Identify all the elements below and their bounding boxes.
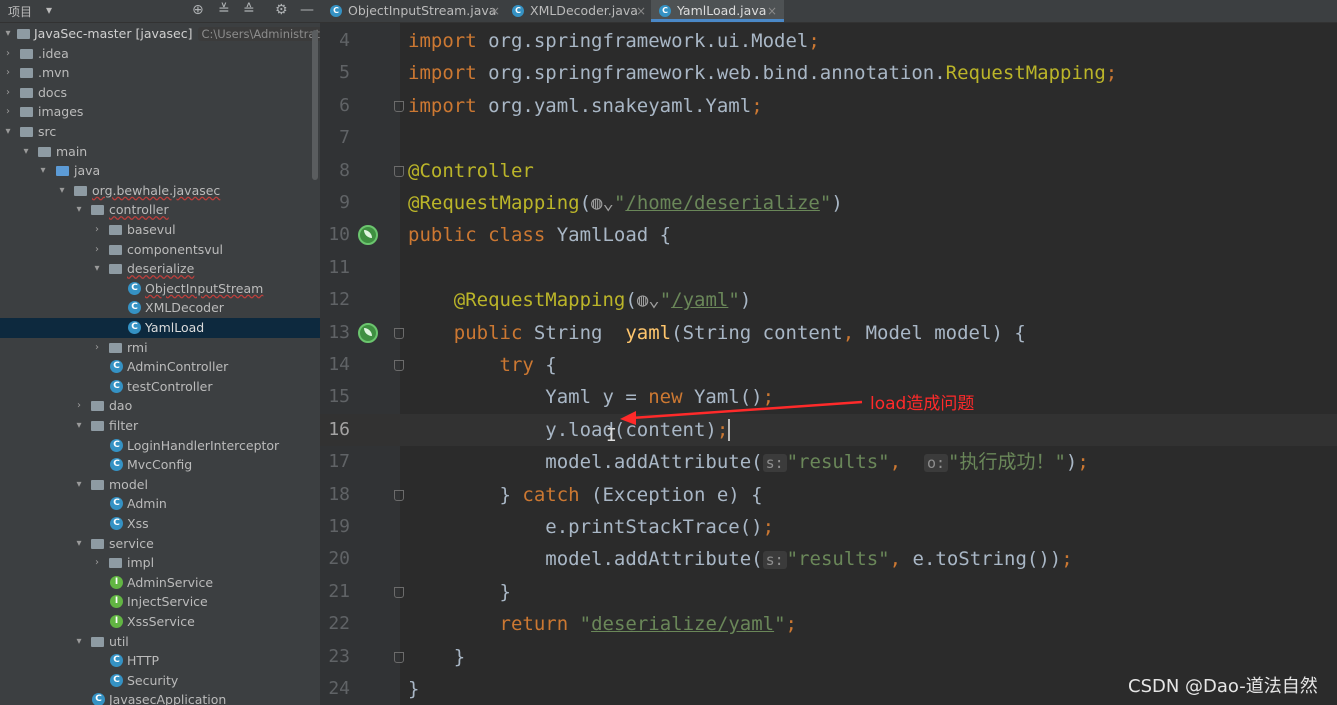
watermark: CSDN @Dao-道法自然 xyxy=(1128,676,1318,697)
annotation-text: load造成问题 xyxy=(870,394,975,414)
annotation-arrow xyxy=(620,400,863,425)
mouse-ibeam-icon: I xyxy=(606,425,617,446)
